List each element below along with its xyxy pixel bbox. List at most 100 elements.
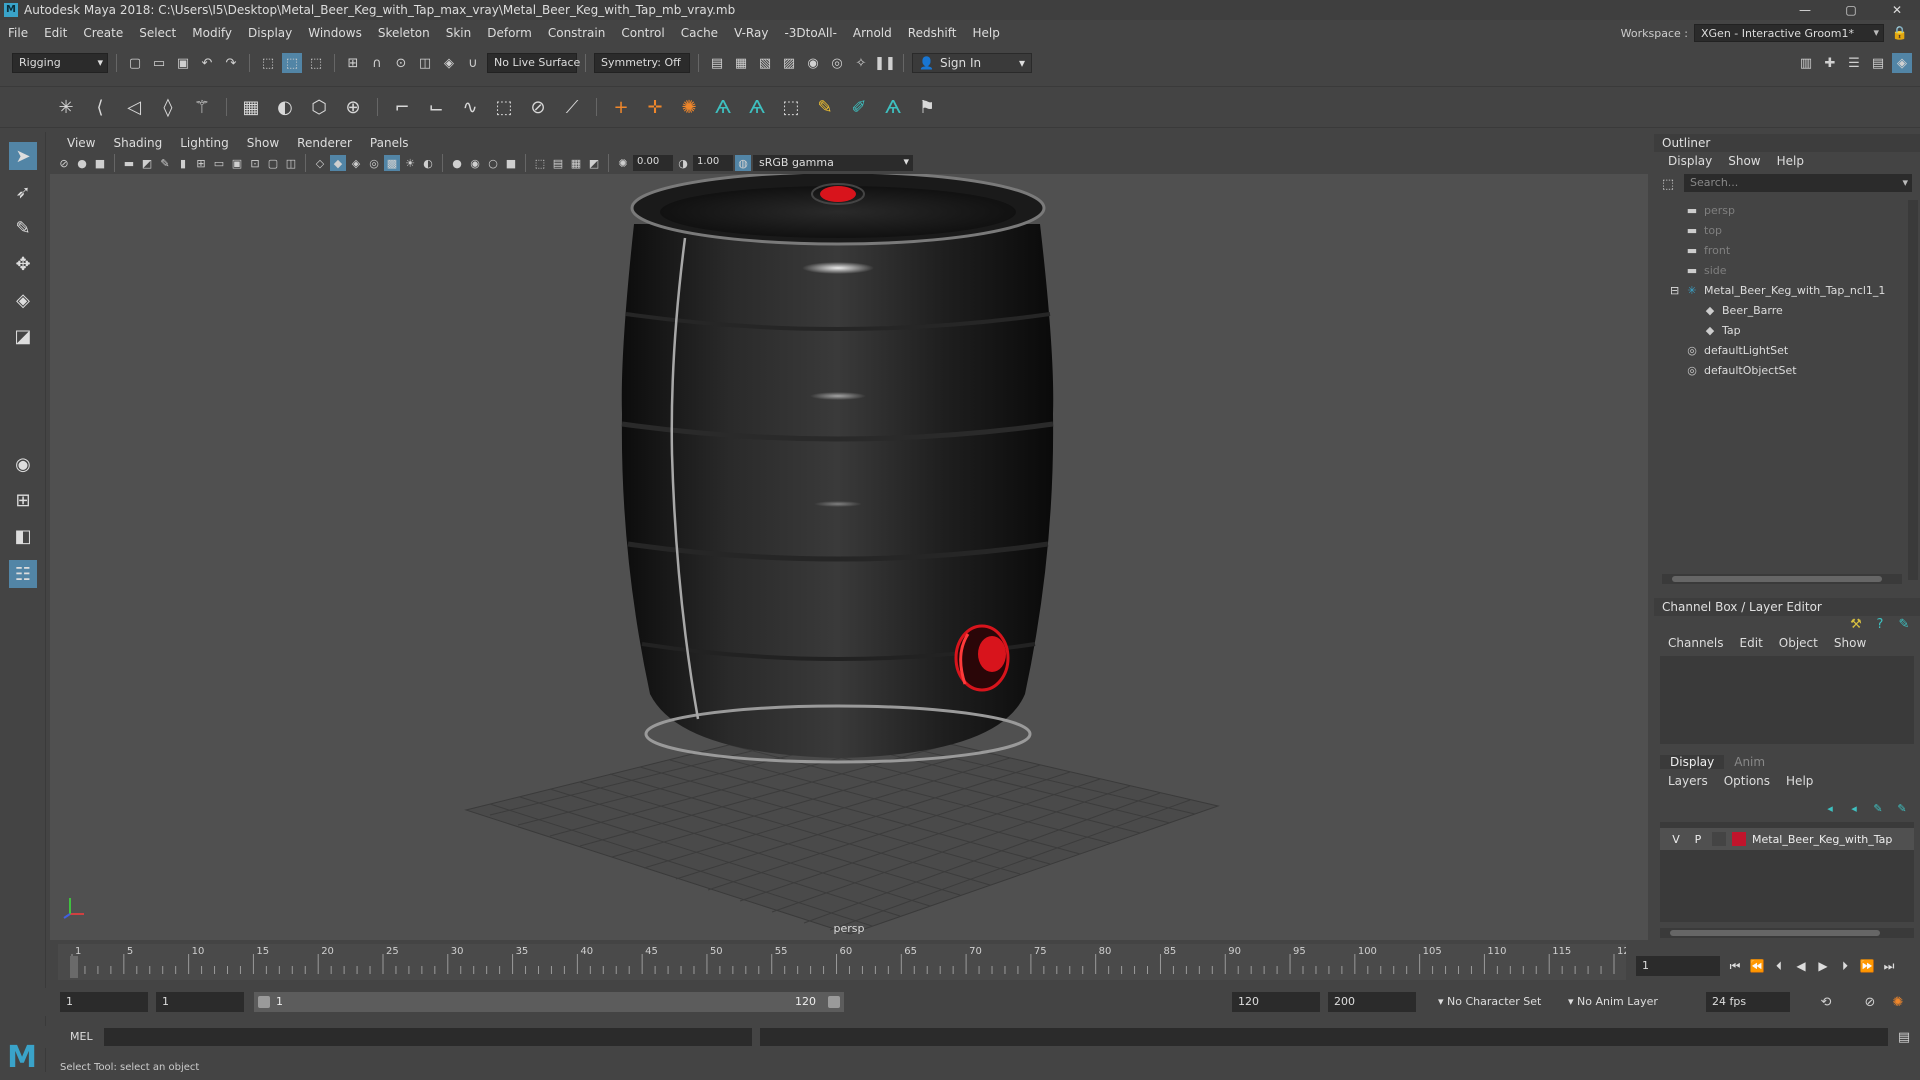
gate-mask-icon[interactable]: ▣ xyxy=(229,155,245,171)
aim-constraint-icon[interactable]: Ѧ xyxy=(743,93,771,121)
color-management-icon[interactable]: ◍ xyxy=(735,155,751,171)
select-component-icon[interactable]: ⬚ xyxy=(306,53,326,73)
exposure-icon[interactable]: ✺ xyxy=(615,155,631,171)
attribute-editor-icon[interactable]: ✚ xyxy=(1820,53,1840,73)
outliner-item[interactable]: ⊟ ✳ Metal_Beer_Keg_with_Tap_ncl1_1 xyxy=(1662,280,1902,300)
outliner-item[interactable]: ◎ defaultLightSet xyxy=(1662,340,1902,360)
anim-layer-select[interactable]: ▾ No Anim Layer xyxy=(1562,992,1664,1012)
layer-menu-options[interactable]: Options xyxy=(1716,774,1778,788)
safe-title-icon[interactable]: ◫ xyxy=(283,155,299,171)
fps-select[interactable]: 24 fps xyxy=(1706,992,1790,1012)
wireframe-icon[interactable]: ◇ xyxy=(312,155,328,171)
menu-control[interactable]: Control xyxy=(613,26,672,40)
layer-menu-help[interactable]: Help xyxy=(1778,774,1821,788)
joint-tool-icon[interactable]: ✳ xyxy=(52,93,80,121)
wave-deformer-icon[interactable]: ⊘ xyxy=(524,93,552,121)
new-scene-icon[interactable]: ▢ xyxy=(125,53,145,73)
outliner-item[interactable]: ▬ front xyxy=(1662,240,1902,260)
menu-file[interactable]: File xyxy=(0,26,36,40)
orient-constraint-icon[interactable]: Ѧ xyxy=(709,93,737,121)
channel-box-menu-show[interactable]: Show xyxy=(1826,636,1874,650)
open-scene-icon[interactable]: ▭ xyxy=(149,53,169,73)
render-setup-icon[interactable]: ◎ xyxy=(827,53,847,73)
menu-create[interactable]: Create xyxy=(75,26,131,40)
range-end-handle[interactable] xyxy=(828,996,840,1008)
step-forward-key-icon[interactable]: ⏩ xyxy=(1858,959,1876,973)
smooth-shade-icon[interactable]: ◆ xyxy=(330,155,346,171)
close-button[interactable]: ✕ xyxy=(1874,0,1920,20)
sign-in-button[interactable]: 👤 Sign In xyxy=(912,53,1032,73)
viewport-menu-view[interactable]: View xyxy=(58,136,104,150)
undo-icon[interactable]: ↶ xyxy=(197,53,217,73)
gamma-field[interactable]: 1.00 xyxy=(693,155,733,171)
channel-box-area[interactable] xyxy=(1660,656,1914,744)
outliner-scrollbar-horizontal[interactable] xyxy=(1662,574,1902,584)
snap-grid-icon[interactable]: ⊞ xyxy=(343,53,363,73)
layer-visibility-toggle[interactable]: V xyxy=(1668,833,1684,846)
two-d-pan-icon[interactable]: ◩ xyxy=(139,155,155,171)
film-gate-icon[interactable]: ▮ xyxy=(175,155,191,171)
layer-row[interactable]: V P Metal_Beer_Keg_with_Tap xyxy=(1660,828,1914,850)
empty-shelf-slot-icon[interactable]: ⬚ xyxy=(777,93,805,121)
command-input[interactable] xyxy=(104,1028,752,1046)
anti-aliasing-icon[interactable]: ○ xyxy=(485,155,501,171)
menu-3dtoall[interactable]: -3DtoAll- xyxy=(776,26,844,40)
channel-box-menu-channels[interactable]: Channels xyxy=(1660,636,1732,650)
minimize-button[interactable]: — xyxy=(1782,0,1828,20)
new-layer-selected-icon[interactable]: ✎ xyxy=(1892,798,1912,818)
playback-end-field[interactable]: 120 xyxy=(1232,992,1320,1012)
render-view-icon[interactable]: ▤ xyxy=(707,53,727,73)
redo-icon[interactable]: ↷ xyxy=(221,53,241,73)
twist-deformer-icon[interactable]: ∿ xyxy=(456,93,484,121)
paint-weights-icon[interactable]: ✎ xyxy=(811,93,839,121)
scale-tool-icon[interactable]: ◪ xyxy=(9,322,37,350)
light-editor-icon[interactable]: ✧ xyxy=(851,53,871,73)
menu-deform[interactable]: Deform xyxy=(479,26,540,40)
pause-icon[interactable]: ❚❚ xyxy=(874,53,896,73)
rotate-tool-icon[interactable]: ◈ xyxy=(9,286,37,314)
use-all-lights-icon[interactable]: ☀ xyxy=(402,155,418,171)
sculpt-deformer-icon[interactable]: ⊕ xyxy=(339,93,367,121)
wire-deformer-icon[interactable]: ⟋ xyxy=(558,93,586,121)
step-back-frame-icon[interactable]: ⏴ xyxy=(1770,959,1788,974)
tool-settings-icon[interactable]: ☰ xyxy=(1844,53,1864,73)
wireframe-on-shaded-icon[interactable]: ◈ xyxy=(348,155,364,171)
layer-playback-toggle[interactable]: P xyxy=(1690,833,1706,846)
new-layer-icon[interactable]: ✎ xyxy=(1868,798,1888,818)
bend-deformer-icon[interactable]: ⌐ xyxy=(388,93,416,121)
layer-display-type[interactable] xyxy=(1712,832,1726,846)
snap-curve-icon[interactable]: ∩ xyxy=(367,53,387,73)
grid-toggle-icon[interactable]: ⊞ xyxy=(193,155,209,171)
character-set-select[interactable]: ▾ No Character Set xyxy=(1432,992,1547,1012)
lasso-tool-icon[interactable]: ➶ xyxy=(9,178,37,206)
menu-constrain[interactable]: Constrain xyxy=(540,26,614,40)
xray-icon[interactable]: ◎ xyxy=(366,155,382,171)
outliner-search-input[interactable]: Search... xyxy=(1684,174,1912,192)
play-backwards-icon[interactable]: ◀ xyxy=(1792,959,1810,973)
select-object-icon[interactable]: ⬚ xyxy=(282,53,302,73)
wrap-icon[interactable]: ◐ xyxy=(271,93,299,121)
outliner-menu-help[interactable]: Help xyxy=(1769,154,1812,168)
resolution-gate-icon[interactable]: ▭ xyxy=(211,155,227,171)
viewport-persp[interactable]: persp xyxy=(50,174,1648,940)
menu-vray[interactable]: V-Ray xyxy=(726,26,776,40)
viewport-menu-renderer[interactable]: Renderer xyxy=(288,136,361,150)
save-scene-icon[interactable]: ▣ xyxy=(173,53,193,73)
menu-set-select[interactable]: Rigging xyxy=(12,53,108,73)
select-hierarchy-icon[interactable]: ⬚ xyxy=(258,53,278,73)
grease-pencil-icon[interactable]: ✎ xyxy=(157,155,173,171)
exposure-field[interactable]: 0.00 xyxy=(633,155,673,171)
select-camera-icon[interactable]: ⊘ xyxy=(56,155,72,171)
auto-key-icon[interactable]: ⊘ xyxy=(1860,992,1880,1012)
outliner-item[interactable]: ◎ defaultObjectSet xyxy=(1662,360,1902,380)
expand-toggle-icon[interactable]: ⊟ xyxy=(1670,284,1679,297)
layer-color-swatch[interactable] xyxy=(1732,832,1746,846)
backface-culling-icon[interactable]: ◩ xyxy=(586,155,602,171)
hypershade-icon[interactable]: ◉ xyxy=(803,53,823,73)
command-language-label[interactable]: MEL xyxy=(70,1030,93,1043)
snap-view-icon[interactable]: ◫ xyxy=(415,53,435,73)
menu-select[interactable]: Select xyxy=(131,26,184,40)
xray-active-icon[interactable]: ▦ xyxy=(568,155,584,171)
lock-icon[interactable]: 🔒 xyxy=(1890,23,1910,43)
time-slider[interactable]: 1 5 10 15 20 25 30 35 40 45 50 55 60 65 70 75 80 85 90 95 10… xyxy=(58,944,1626,980)
